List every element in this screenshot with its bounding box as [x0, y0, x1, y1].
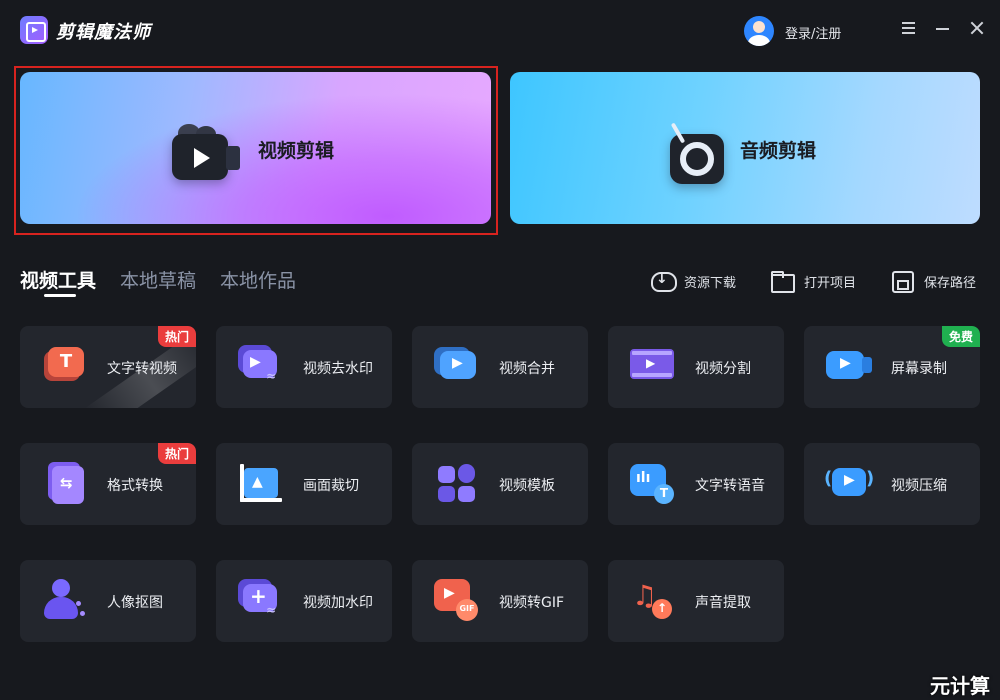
- cloud-download-icon: [650, 270, 677, 292]
- tool-label: 屏幕录制: [891, 361, 947, 377]
- video-camera-icon: [172, 124, 242, 188]
- tool-label: 视频加水印: [303, 595, 373, 611]
- video-edit-label: 视频剪辑: [258, 140, 335, 162]
- split-video-icon: ▶: [630, 345, 676, 389]
- tool-merge-video[interactable]: ▶ 视频合并: [412, 326, 588, 408]
- tool-label: 文字转语音: [695, 478, 765, 494]
- active-tab-indicator: [44, 294, 76, 297]
- tool-remove-watermark[interactable]: ▶ ≈ 视频去水印: [216, 326, 392, 408]
- tool-label: 格式转换: [107, 478, 163, 494]
- crop-icon: ▲: [238, 462, 284, 506]
- save-path-label: 保存路径: [924, 276, 977, 291]
- tool-text-to-speech[interactable]: ılı T 文字转语音: [608, 443, 784, 525]
- hot-badge: 热门: [157, 443, 196, 464]
- tab-local-drafts[interactable]: 本地草稿: [120, 266, 196, 293]
- free-badge: 免费: [941, 326, 980, 347]
- compress-icon: ( ) ▶: [824, 462, 874, 506]
- title-bar: 剪辑魔法师 登录/注册: [0, 0, 1000, 62]
- save-icon: [890, 270, 914, 293]
- tool-text-to-video[interactable]: T 文字转视频 热门: [20, 326, 196, 408]
- merge-video-icon: ▶: [434, 345, 480, 389]
- tool-video-to-gif[interactable]: ▶ GIF 视频转GIF: [412, 560, 588, 642]
- app-logo-icon: [20, 16, 48, 44]
- menu-icon[interactable]: [901, 20, 917, 36]
- portrait-cutout-icon: [42, 579, 88, 623]
- template-icon: [434, 462, 480, 506]
- tool-crop[interactable]: ▲ 画面裁切: [216, 443, 392, 525]
- tool-label: 视频去水印: [303, 361, 373, 377]
- audio-edit-label: 音频剪辑: [740, 140, 817, 162]
- tool-label: 文字转视频: [107, 361, 177, 377]
- audio-extract-icon: ♫ ↑: [630, 579, 676, 623]
- app-title: 剪辑魔法师: [56, 22, 151, 43]
- video-edit-card[interactable]: 视频剪辑: [20, 72, 491, 224]
- tab-video-tools[interactable]: 视频工具: [20, 266, 96, 293]
- folder-icon: [770, 270, 795, 293]
- tool-format-convert[interactable]: ⇆ 格式转换 热门: [20, 443, 196, 525]
- audio-disc-icon: [668, 122, 726, 188]
- tool-compress[interactable]: ( ) ▶ 视频压缩: [804, 443, 980, 525]
- video-to-gif-icon: ▶ GIF: [434, 579, 480, 623]
- tool-label: 视频转GIF: [499, 595, 565, 611]
- tool-audio-extract[interactable]: ♫ ↑ 声音提取: [608, 560, 784, 642]
- tool-add-watermark[interactable]: + ≈ 视频加水印: [216, 560, 392, 642]
- open-project-label: 打开项目: [804, 276, 857, 291]
- tool-label: 视频压缩: [891, 478, 947, 494]
- screen-record-icon: ▶: [826, 345, 872, 389]
- audio-edit-card[interactable]: 音频剪辑: [510, 72, 980, 224]
- tab-local-works[interactable]: 本地作品: [220, 266, 296, 293]
- text-to-video-icon: T: [42, 345, 88, 389]
- hot-badge: 热门: [157, 326, 196, 347]
- text-to-speech-icon: ılı T: [630, 462, 676, 506]
- tool-split-video[interactable]: ▶ 视频分割: [608, 326, 784, 408]
- minimize-icon[interactable]: [935, 20, 951, 36]
- tool-label: 人像抠图: [107, 595, 163, 611]
- tool-label: 画面裁切: [303, 478, 359, 494]
- tool-template[interactable]: 视频模板: [412, 443, 588, 525]
- remove-watermark-icon: ▶ ≈: [238, 345, 284, 389]
- tool-label: 视频分割: [695, 361, 751, 377]
- tool-portrait-cutout[interactable]: 人像抠图: [20, 560, 196, 642]
- tool-screen-record[interactable]: ▶ 屏幕录制 免费: [804, 326, 980, 408]
- tool-label: 视频模板: [499, 478, 555, 494]
- avatar[interactable]: [744, 16, 774, 46]
- corner-watermark: 元计算: [930, 674, 990, 698]
- resource-download-label: 资源下载: [684, 276, 737, 291]
- format-convert-icon: ⇆: [42, 462, 88, 506]
- tool-label: 视频合并: [499, 361, 555, 377]
- login-link[interactable]: 登录/注册: [785, 23, 841, 42]
- add-watermark-icon: + ≈: [238, 579, 284, 623]
- tool-label: 声音提取: [695, 595, 751, 611]
- close-icon[interactable]: [969, 20, 985, 36]
